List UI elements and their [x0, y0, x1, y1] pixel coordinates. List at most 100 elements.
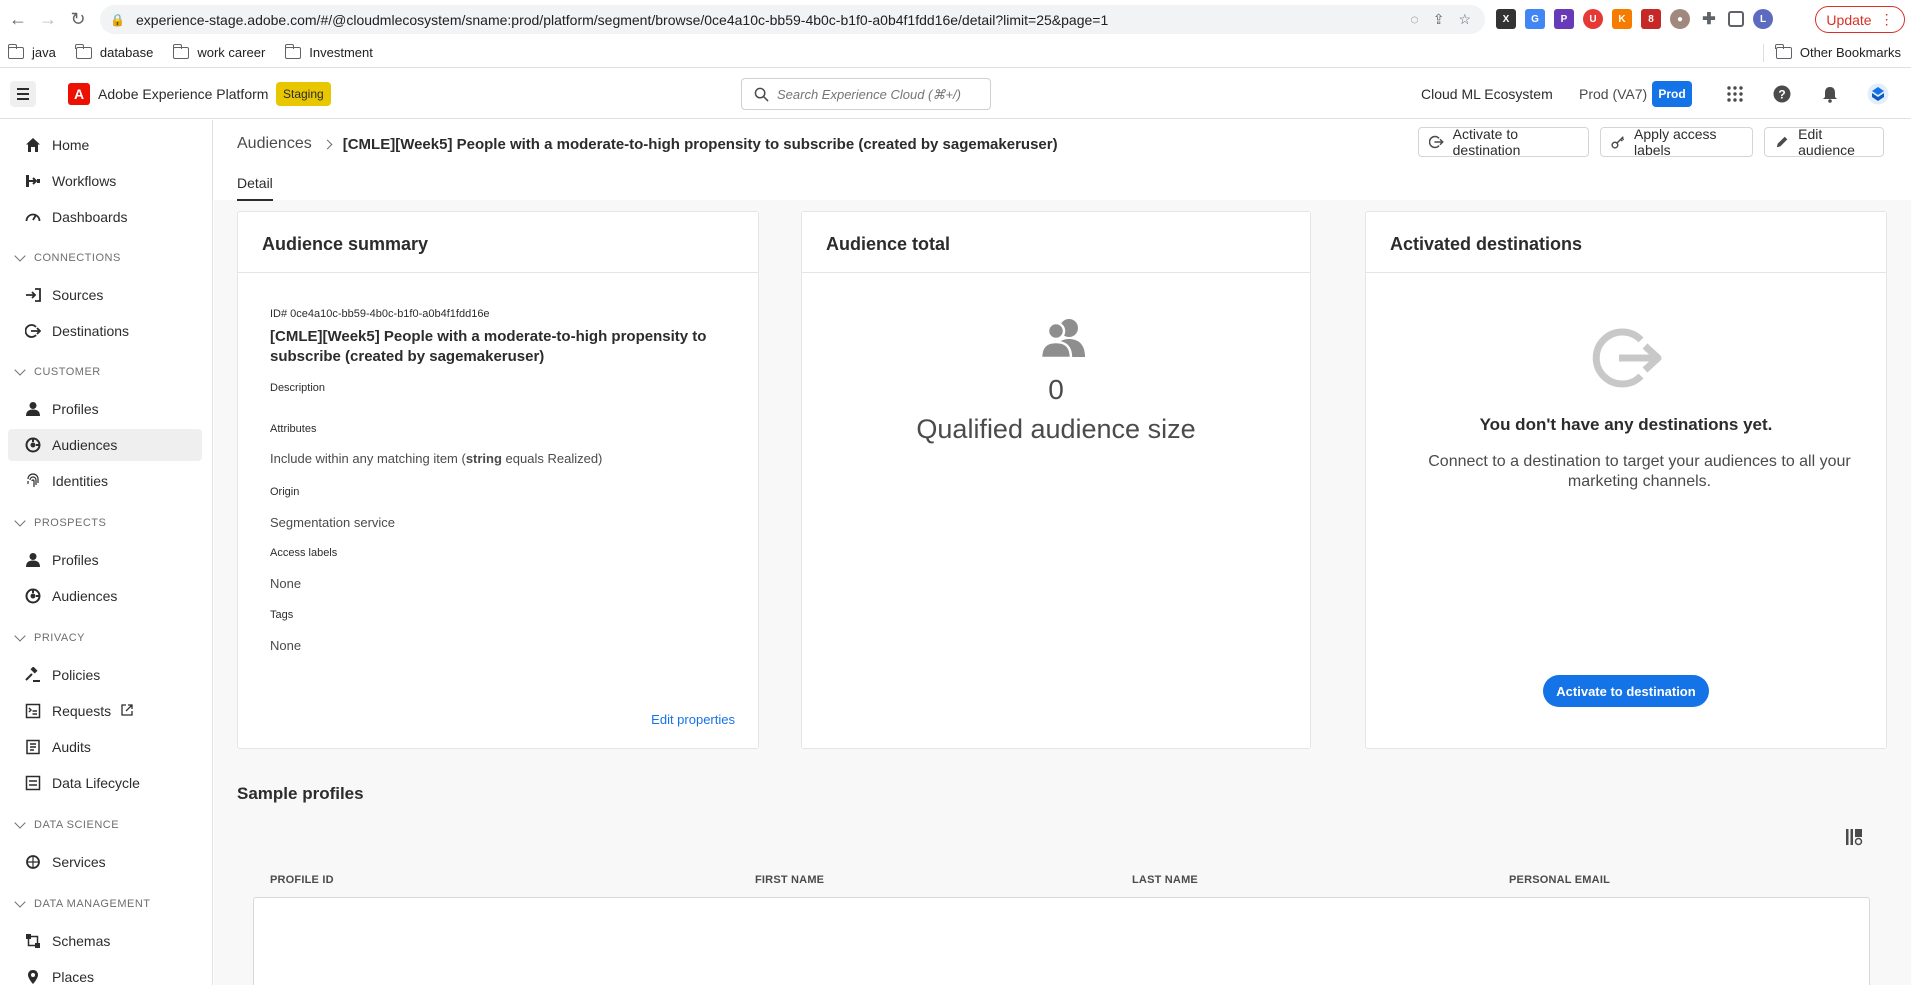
profile-avatar[interactable]: L — [1753, 9, 1773, 29]
sidebar-item-label: Places — [52, 969, 95, 985]
menu-icon[interactable] — [10, 81, 36, 107]
bookmark-java[interactable]: java — [7, 43, 56, 60]
column-header-personal-email[interactable]: PERSONAL EMAIL — [1509, 874, 1610, 886]
destinations-icon — [24, 322, 42, 340]
extensions-puzzle-icon[interactable]: ✚ — [1699, 9, 1719, 29]
bookmark-work-career[interactable]: work career — [172, 43, 266, 60]
search-icon — [754, 87, 769, 102]
breadcrumb-audiences-link[interactable]: Audiences — [237, 135, 312, 153]
other-bookmarks[interactable]: Other Bookmarks — [1775, 43, 1901, 60]
star-icon[interactable]: ☆ — [1458, 11, 1471, 28]
audiences-icon — [24, 587, 42, 605]
external-link-icon — [121, 703, 133, 719]
section-label: CUSTOMER — [34, 366, 101, 378]
sidebar-item-policies[interactable]: Policies — [8, 659, 202, 691]
apps-grid-icon[interactable] — [1724, 83, 1746, 105]
org-switcher[interactable]: Cloud ML Ecosystem — [1421, 86, 1553, 102]
sidebar-item-sources[interactable]: Sources — [8, 279, 202, 311]
sidebar-item-prospect-profiles[interactable]: Profiles — [8, 544, 202, 576]
tags-label: Tags — [270, 609, 294, 621]
sidebar-item-schemas[interactable]: Schemas — [8, 925, 202, 957]
folder-icon — [75, 43, 92, 59]
help-icon[interactable]: ? — [1771, 83, 1793, 105]
eye-off-icon[interactable]: ◌ — [1410, 11, 1418, 28]
more-menu-icon: ⋮ — [1879, 11, 1894, 27]
sidebar-item-audits[interactable]: Audits — [8, 731, 202, 763]
app-title[interactable]: Adobe Experience Platform — [98, 86, 268, 102]
chevron-down-icon — [14, 515, 26, 527]
back-icon[interactable]: ← — [6, 7, 30, 31]
column-header-last-name[interactable]: LAST NAME — [1132, 874, 1198, 886]
extension-orange-icon[interactable]: K — [1612, 9, 1632, 29]
adobe-logo[interactable]: A — [68, 83, 90, 105]
bell-icon[interactable] — [1819, 83, 1841, 105]
update-button[interactable]: Update ⋮ — [1815, 6, 1905, 33]
extension-red-icon[interactable]: 8 — [1641, 9, 1661, 29]
sidebar-item-prospect-audiences[interactable]: Audiences — [8, 580, 202, 612]
search-field[interactable] — [741, 78, 991, 110]
sidebar-item-label: Identities — [52, 473, 109, 489]
sidebar-item-customer-profiles[interactable]: Profiles — [8, 393, 202, 425]
divider — [802, 272, 1310, 273]
sidebar-item-dashboards[interactable]: Dashboards — [8, 201, 202, 233]
bookmark-investment[interactable]: Investment — [284, 43, 373, 60]
sandbox-switcher[interactable]: Prod (VA7) — [1579, 86, 1647, 102]
bookmark-label: work career — [197, 45, 266, 60]
sidebar-item-requests[interactable]: Requests — [8, 695, 202, 727]
extension-cookie-icon[interactable]: ● — [1670, 9, 1690, 29]
sidebar-item-identities[interactable]: Identities — [8, 465, 202, 497]
extension-x-icon[interactable]: X — [1496, 9, 1516, 29]
user-avatar-icon[interactable] — [1867, 83, 1889, 105]
section-prospects[interactable]: PROSPECTS — [8, 515, 106, 529]
column-header-profile-id[interactable]: PROFILE ID — [270, 874, 334, 886]
activate-destination-cta[interactable]: Activate to destination — [1543, 675, 1709, 707]
page-header: Audiences [CMLE][Week5] People with a mo… — [214, 120, 1911, 201]
section-data-management[interactable]: DATA MANAGEMENT — [8, 896, 151, 910]
column-settings-icon[interactable] — [1845, 828, 1863, 846]
profile-icon — [24, 551, 42, 569]
bookmark-label: database — [99, 45, 154, 60]
reload-icon[interactable]: ↻ — [66, 7, 90, 31]
sidebar-item-data-lifecycle[interactable]: Data Lifecycle — [8, 767, 202, 799]
prod-badge[interactable]: Prod — [1652, 81, 1692, 107]
audience-size-label: Qualified audience size — [916, 414, 1196, 444]
side-panel-icon[interactable] — [1728, 11, 1744, 27]
bookmark-database[interactable]: database — [75, 43, 154, 60]
sidebar-item-workflows[interactable]: Workflows — [8, 165, 202, 197]
sidebar-nav: Home Workflows Dashboards CONNECTIONS So… — [0, 120, 213, 985]
search-input[interactable] — [777, 86, 977, 102]
attributes-value: Include within any matching item (string… — [270, 451, 602, 466]
extension-translate-icon[interactable]: G — [1525, 9, 1545, 29]
column-header-first-name[interactable]: FIRST NAME — [755, 874, 824, 886]
extension-shield-icon[interactable]: U — [1583, 9, 1603, 29]
chevron-down-icon — [14, 630, 26, 642]
apply-access-labels-button[interactable]: Apply access labels — [1600, 126, 1753, 158]
section-data-science[interactable]: DATA SCIENCE — [8, 817, 119, 831]
bookmark-label: Investment — [309, 45, 373, 60]
edit-properties-link[interactable]: Edit properties — [651, 712, 735, 727]
description-label: Description — [270, 382, 326, 394]
forward-icon[interactable]: → — [36, 7, 60, 31]
audiences-icon — [24, 436, 42, 454]
sidebar-item-home[interactable]: Home — [8, 129, 202, 161]
address-bar[interactable]: 🔒 experience-stage.adobe.com/#/@cloudmle… — [100, 5, 1485, 34]
sidebar-item-destinations[interactable]: Destinations — [8, 315, 202, 347]
section-customer[interactable]: CUSTOMER — [8, 364, 101, 378]
empty-state-title: You don't have any destinations yet. — [1479, 415, 1773, 434]
sidebar-item-customer-audiences[interactable]: Audiences — [8, 429, 202, 461]
tab-detail[interactable]: Detail — [237, 175, 273, 201]
section-connections[interactable]: CONNECTIONS — [8, 250, 121, 264]
main-content: Audiences [CMLE][Week5] People with a mo… — [214, 120, 1911, 985]
extension-p-icon[interactable]: P — [1554, 9, 1574, 29]
edit-audience-button[interactable]: Edit audience — [1764, 126, 1884, 158]
requests-icon — [24, 702, 42, 720]
share-icon[interactable]: ⇪ — [1433, 11, 1445, 28]
chevron-down-icon — [14, 817, 26, 829]
sidebar-item-label: Home — [52, 137, 90, 153]
section-privacy[interactable]: PRIVACY — [8, 630, 85, 644]
sidebar-item-services[interactable]: Services — [8, 846, 202, 878]
activate-destination-button[interactable]: Activate to destination — [1418, 126, 1589, 158]
url-text: experience-stage.adobe.com/#/@cloudmleco… — [136, 11, 1109, 28]
sidebar-item-places[interactable]: Places — [8, 961, 202, 985]
audience-name: [CMLE][Week5] People with a moderate-to-… — [270, 328, 707, 365]
